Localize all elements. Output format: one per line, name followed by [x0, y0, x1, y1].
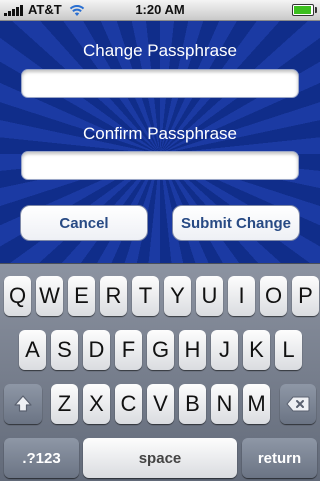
key-w[interactable]: W — [36, 276, 63, 316]
numbers-key[interactable]: .?123 — [4, 438, 79, 478]
return-key[interactable]: return — [242, 438, 317, 478]
key-v[interactable]: V — [147, 384, 174, 424]
passphrase-form: Change Passphrase Confirm Passphrase Can… — [0, 21, 320, 263]
shift-icon — [14, 395, 32, 412]
key-l[interactable]: L — [275, 330, 302, 370]
cancel-button[interactable]: Cancel — [20, 205, 148, 241]
key-a[interactable]: A — [19, 330, 46, 370]
change-passphrase-field[interactable] — [21, 69, 299, 98]
key-x[interactable]: X — [83, 384, 110, 424]
key-d[interactable]: D — [83, 330, 110, 370]
key-t[interactable]: T — [132, 276, 159, 316]
key-b[interactable]: B — [179, 384, 206, 424]
key-m[interactable]: M — [243, 384, 270, 424]
key-j[interactable]: J — [211, 330, 238, 370]
key-o[interactable]: O — [260, 276, 287, 316]
change-passphrase-label: Change Passphrase — [82, 41, 238, 60]
key-r[interactable]: R — [100, 276, 127, 316]
key-n[interactable]: N — [211, 384, 238, 424]
status-bar: AT&T 1:20 AM — [0, 0, 320, 21]
key-q[interactable]: Q — [4, 276, 31, 316]
key-s[interactable]: S — [51, 330, 78, 370]
key-e[interactable]: E — [68, 276, 95, 316]
key-f[interactable]: F — [115, 330, 142, 370]
space-key[interactable]: space — [83, 438, 237, 478]
key-h[interactable]: H — [179, 330, 206, 370]
status-time: 1:20 AM — [135, 2, 185, 17]
onscreen-keyboard: Q W E R T Y U I O P A S D F G H J K L Z … — [0, 263, 320, 481]
submit-change-button[interactable]: Submit Change — [172, 205, 300, 241]
confirm-passphrase-label: Confirm Passphrase — [82, 124, 237, 143]
key-z[interactable]: Z — [51, 384, 78, 424]
key-c[interactable]: C — [115, 384, 142, 424]
key-p[interactable]: P — [292, 276, 319, 316]
key-g[interactable]: G — [147, 330, 174, 370]
confirm-passphrase-field[interactable] — [21, 151, 299, 180]
backspace-key[interactable] — [280, 384, 316, 424]
key-y[interactable]: Y — [164, 276, 191, 316]
key-k[interactable]: K — [243, 330, 270, 370]
battery-icon — [292, 4, 317, 16]
shift-key[interactable] — [4, 384, 42, 424]
key-i[interactable]: I — [228, 276, 255, 316]
key-u[interactable]: U — [196, 276, 223, 316]
backspace-icon — [286, 396, 310, 412]
